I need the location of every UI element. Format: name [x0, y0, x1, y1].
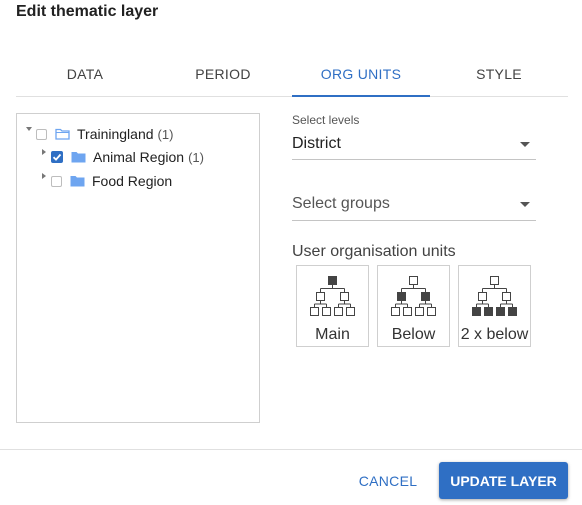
collapse-arrow-icon[interactable]	[42, 149, 46, 155]
select-levels-dropdown[interactable]: District	[292, 135, 536, 160]
select-levels-value: District	[292, 135, 341, 152]
tree-node-checkbox[interactable]	[51, 175, 62, 187]
dropdown-arrow-icon	[520, 202, 530, 207]
select-levels-label: Select levels	[292, 113, 360, 127]
tree-node-label: Animal Region	[93, 149, 185, 165]
expand-arrow-icon[interactable]	[26, 127, 32, 131]
tab-style[interactable]: STYLE	[430, 52, 568, 96]
org-unit-tree: Trainingland (1) Animal Region (1) Food …	[16, 113, 260, 423]
dialog-title: Edit thematic layer	[16, 3, 159, 20]
hierarchy-main-icon	[310, 276, 355, 316]
tab-bar: DATA PERIOD ORG UNITS STYLE	[16, 52, 568, 97]
update-layer-button[interactable]: UPDATE LAYER	[439, 462, 568, 499]
user-org-unit-label: 2 x below	[460, 326, 529, 343]
tree-node-checkbox[interactable]	[36, 128, 47, 140]
user-org-unit-two-below-button[interactable]: 2 x below	[458, 265, 531, 347]
folder-icon	[70, 175, 85, 187]
tree-node-count: (1)	[188, 149, 204, 165]
user-org-units-title: User organisation units	[292, 243, 456, 260]
cancel-button[interactable]: CANCEL	[350, 463, 426, 499]
tab-data[interactable]: DATA	[16, 52, 154, 96]
user-org-unit-label: Below	[391, 326, 436, 343]
user-org-unit-label: Main	[315, 326, 350, 343]
hierarchy-below-icon	[391, 276, 436, 316]
folder-icon	[71, 151, 86, 163]
select-groups-placeholder: Select groups	[292, 195, 390, 212]
tab-org-units[interactable]: ORG UNITS	[292, 52, 430, 97]
folder-open-icon	[55, 128, 70, 140]
collapse-arrow-icon[interactable]	[42, 173, 46, 179]
tree-node-trainingland[interactable]: Trainingland (1)	[36, 124, 173, 144]
tree-node-food-region[interactable]: Food Region	[51, 171, 172, 191]
user-org-unit-main-button[interactable]: Main	[296, 265, 369, 347]
hierarchy-two-below-icon	[472, 276, 517, 316]
dropdown-arrow-icon	[520, 142, 530, 147]
select-groups-dropdown[interactable]: Select groups	[292, 195, 536, 221]
footer-divider	[0, 449, 582, 450]
user-org-unit-below-button[interactable]: Below	[377, 265, 450, 347]
tree-node-checkbox-checked[interactable]	[51, 151, 63, 163]
tree-node-count: (1)	[157, 126, 174, 142]
check-icon	[52, 153, 62, 161]
tab-period[interactable]: PERIOD	[154, 52, 292, 96]
tree-node-label: Trainingland	[77, 126, 154, 142]
tree-node-animal-region[interactable]: Animal Region (1)	[51, 147, 204, 167]
tree-node-label: Food Region	[92, 173, 173, 189]
